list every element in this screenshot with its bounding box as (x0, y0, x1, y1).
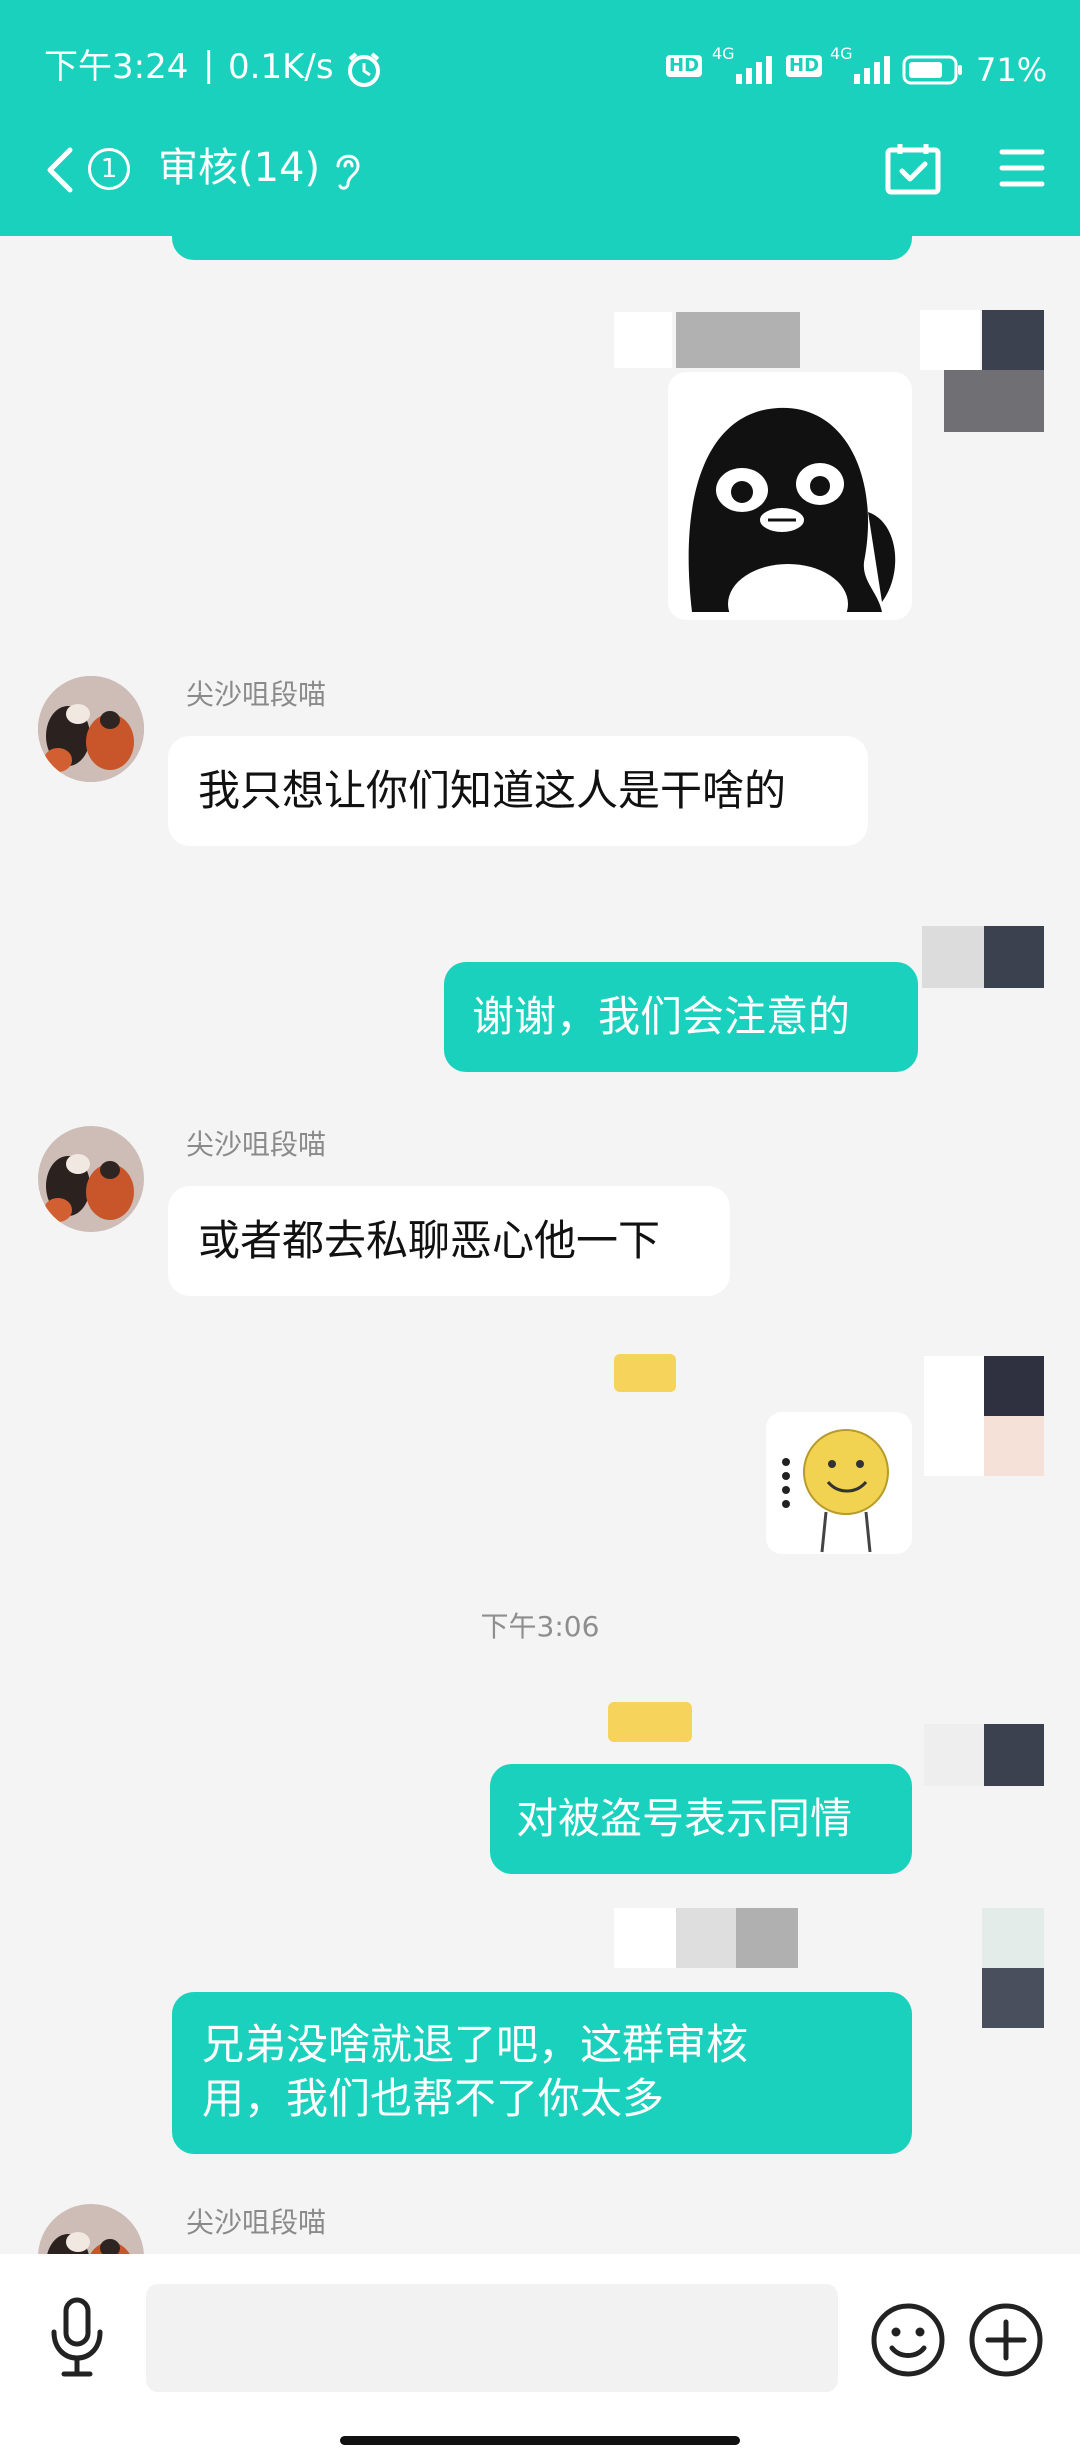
cat-avatar-icon (38, 1126, 144, 1232)
status-separator: | (203, 45, 215, 85)
emoji-icon[interactable] (868, 2300, 948, 2380)
sender-name-redacted (614, 312, 672, 368)
member-title-badge (608, 1702, 692, 1742)
chat-header: 下午3:24 | 0.1K/s HD 4G HD 4G 71% 1 审核(14) (0, 0, 1080, 236)
network-speed: 0.1K/s (228, 47, 334, 87)
avatar[interactable] (38, 1126, 144, 1232)
avatar-redacted (944, 370, 1044, 432)
sender-name: 尖沙咀段喵 (186, 2206, 327, 2239)
home-indicator[interactable] (340, 2436, 740, 2445)
message-bubble-left[interactable]: 我只想让你们知道这人是干啥的 (168, 736, 868, 846)
avatar-redacted (920, 310, 980, 370)
avatar-redacted (924, 1724, 984, 1786)
avatar-redacted (984, 1416, 1044, 1476)
cat-avatar-icon (38, 2204, 144, 2254)
sender-name-redacted (676, 1908, 736, 1968)
message-bubble-left[interactable]: 或者都去私聊恶心他一下 (168, 1186, 730, 1296)
message-bubble-right[interactable]: 对被盗号表示同情 (490, 1764, 912, 1874)
message-line: 兄弟没啥就退了吧，这群审核 (202, 2020, 749, 2069)
avatar-redacted (982, 310, 1044, 370)
menu-icon[interactable] (998, 146, 1046, 190)
message-input[interactable] (146, 2284, 838, 2392)
status-time: 下午3:24 (44, 47, 189, 87)
avatar-redacted (984, 1356, 1044, 1416)
alarm-icon (348, 52, 380, 87)
avatar-redacted (984, 1724, 1044, 1786)
unread-count-badge[interactable]: 1 (88, 148, 130, 190)
chat-title[interactable]: 审核(14) (158, 144, 320, 192)
back-icon[interactable] (42, 144, 78, 196)
signal-icon (736, 56, 772, 84)
avatar-redacted (924, 1356, 984, 1476)
avatar-redacted (984, 926, 1044, 988)
plus-icon[interactable] (966, 2300, 1046, 2380)
message-list[interactable]: 尖沙咀段喵 我只想让你们知道这人是干啥的 谢谢，我们会注意的 尖沙咀段喵 或者都… (0, 236, 1080, 2254)
sender-name: 尖沙咀段喵 (186, 678, 327, 711)
member-title-badge (614, 1354, 676, 1392)
sender-name: 尖沙咀段喵 (186, 1128, 327, 1161)
message-bubble-partial[interactable] (172, 236, 912, 260)
message-bubble-right[interactable]: 兄弟没啥就退了吧，这群审核 用，我们也帮不了你太多 (172, 1992, 912, 2154)
sticker-message[interactable] (766, 1412, 912, 1554)
avatar[interactable] (38, 2204, 144, 2254)
avatar-redacted (982, 1968, 1044, 2028)
listen-icon[interactable] (330, 148, 366, 192)
battery-percent: 71% (976, 51, 1048, 89)
message-bubble-right[interactable]: 谢谢，我们会注意的 (444, 962, 918, 1072)
battery-icon (902, 55, 962, 85)
hd-badge-1: HD (666, 55, 703, 77)
calendar-check-icon[interactable] (884, 140, 942, 196)
avatar[interactable] (38, 676, 144, 782)
avatar-redacted (922, 926, 984, 988)
cat-avatar-icon (38, 676, 144, 782)
signal-icon (854, 56, 890, 84)
avatar-redacted (982, 1908, 1044, 1968)
penguin-sticker-icon (688, 407, 896, 620)
sender-name-redacted (676, 312, 800, 368)
sender-name-redacted (736, 1908, 798, 1968)
sender-name-redacted (614, 1908, 676, 1968)
time-divider: 下午3:06 (480, 1610, 600, 1643)
smiley-sticker-icon (782, 1429, 889, 1553)
message-line: 用，我们也帮不了你太多 (202, 2074, 665, 2123)
sticker-message[interactable] (668, 372, 912, 620)
hd-badge-2: HD (786, 55, 823, 77)
microphone-icon[interactable] (46, 2296, 108, 2380)
